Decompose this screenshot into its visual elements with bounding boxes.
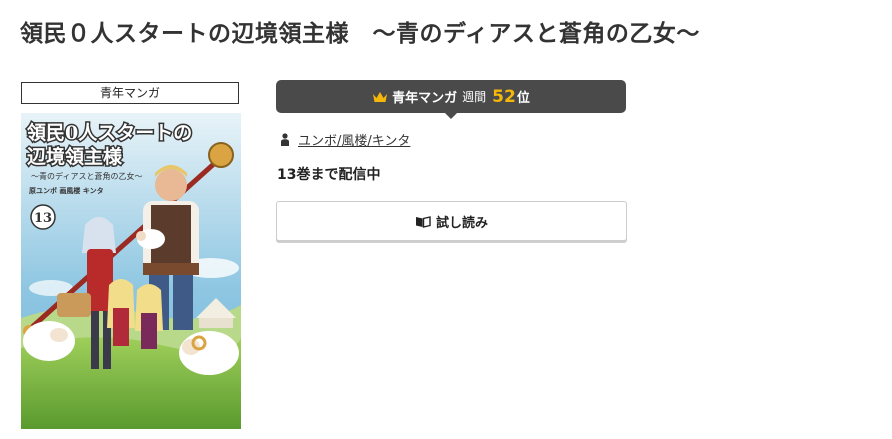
- ranking-unit: 位: [516, 91, 530, 106]
- cover-title-line1: 領民0人スタートの: [27, 121, 192, 144]
- genre-label[interactable]: 青年マンガ: [21, 82, 239, 104]
- ranking-genre: 青年マンガ: [392, 91, 458, 106]
- ranking-badge[interactable]: 青年マンガ 週間 52 位: [276, 80, 626, 119]
- cover-subtitle: ～青のディアスと蒼角の乙女～: [31, 171, 142, 181]
- trial-read-label: 試し読み: [435, 215, 488, 231]
- author-link[interactable]: ユンボ/風楼/キンタ: [298, 130, 410, 149]
- cover-volume: 13: [34, 211, 52, 226]
- person-icon: [281, 133, 289, 146]
- crown-icon: [373, 91, 388, 102]
- page-title: 領民０人スタートの辺境領主様 ～青のディアスと蒼角の乙女～: [20, 21, 700, 47]
- author-line: ユンボ/風楼/キンタ: [280, 130, 410, 149]
- ranking-period: 週間: [462, 90, 487, 104]
- open-book-icon: [415, 215, 431, 228]
- availability-status: 13巻まで配信中: [277, 167, 381, 183]
- cover-credits: 原ユンボ 画風楼 キンタ: [29, 186, 104, 195]
- cover-illustration: 領民0人スタートの 辺境領主様 ～青のディアスと蒼角の乙女～ 原ユンボ 画風楼 …: [21, 113, 241, 429]
- cover-title-line2: 辺境領主様: [27, 145, 123, 168]
- trial-read-button[interactable]: 試し読み: [276, 201, 627, 241]
- ranking-number: 52: [492, 86, 516, 107]
- ranking-pointer: [445, 113, 457, 119]
- cover-image[interactable]: 領民0人スタートの 辺境領主様 ～青のディアスと蒼角の乙女～ 原ユンボ 画風楼 …: [21, 113, 241, 429]
